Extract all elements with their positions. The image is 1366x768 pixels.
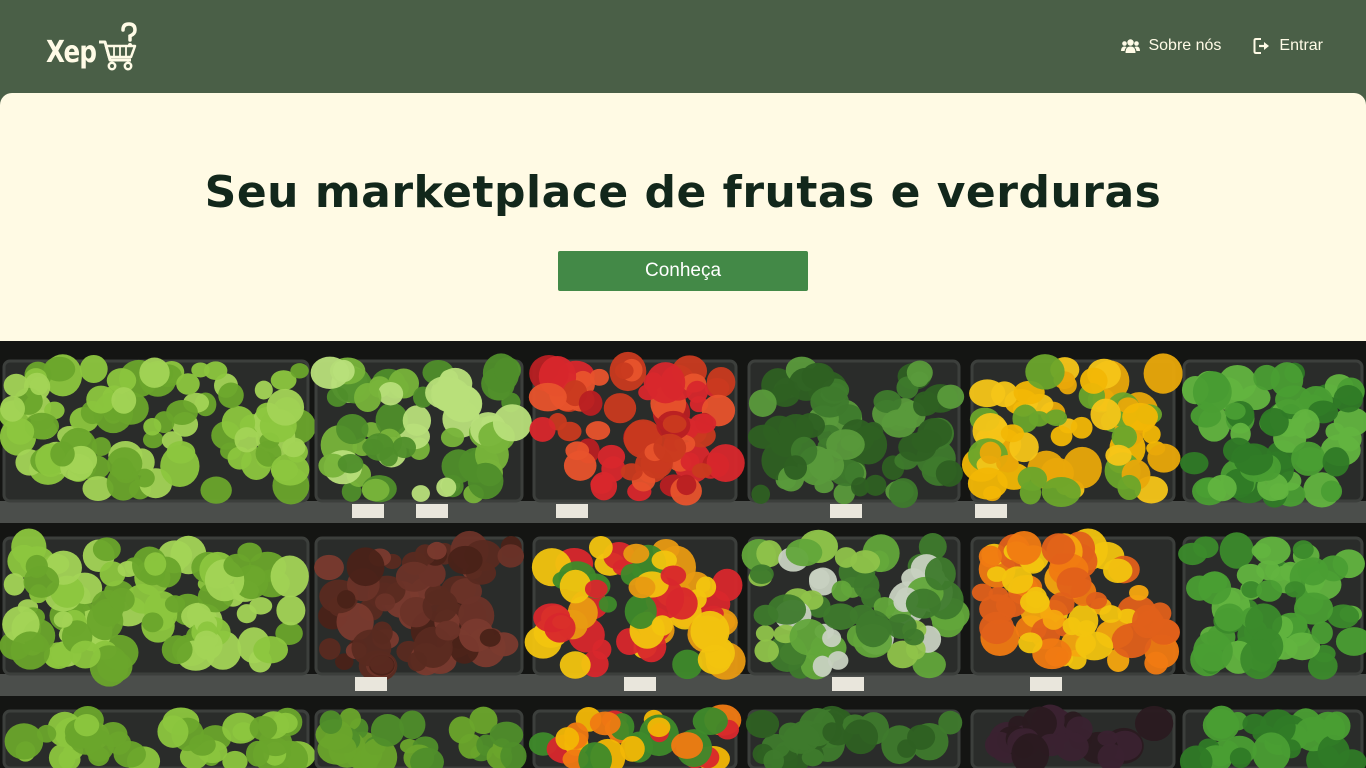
nav-item-sobre-nos[interactable]: Sobre nós [1121, 34, 1221, 58]
top-navbar: Xep Sobre nós Entrar [0, 0, 1366, 93]
conheca-button[interactable]: Conheça [558, 251, 808, 291]
nav-label-entrar: Entrar [1279, 37, 1323, 54]
nav-item-entrar[interactable]: Entrar [1253, 34, 1323, 58]
produce-illustration [0, 341, 1366, 768]
hero-section: Seu marketplace de frutas e verduras Con… [0, 93, 1366, 341]
cart-question-icon [99, 22, 137, 71]
sign-in-icon [1253, 38, 1270, 54]
logo-text: Xep [46, 35, 97, 70]
nav-label-sobre-nos: Sobre nós [1148, 37, 1222, 54]
hero-title: Seu marketplace de frutas e verduras [204, 167, 1162, 218]
produce-shelf-image [0, 341, 1366, 768]
users-icon [1121, 39, 1141, 53]
logo[interactable]: Xep [46, 22, 139, 76]
main-nav: Sobre nós Entrar [1121, 34, 1323, 58]
